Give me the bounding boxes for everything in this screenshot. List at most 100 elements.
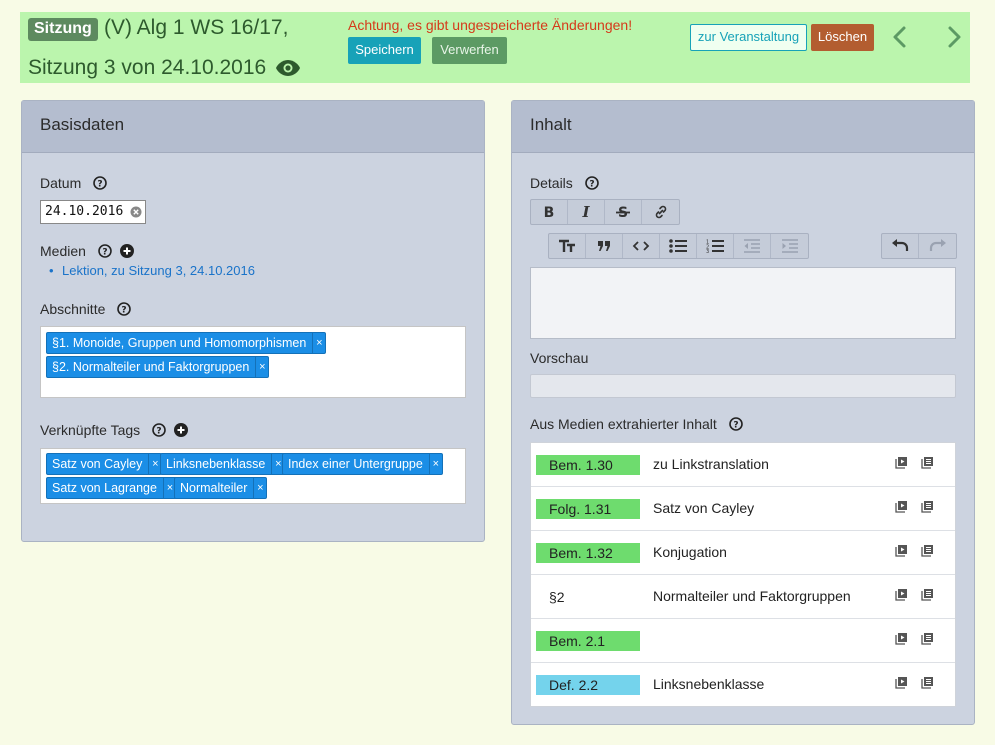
delete-button[interactable]: Löschen (811, 24, 874, 51)
play-media-icon[interactable] (895, 588, 908, 606)
redo-icon[interactable] (919, 234, 956, 258)
date-input[interactable]: 24.10.2016 (40, 200, 146, 224)
top-header: Sitzung (V) Alg 1 WS 16/17, Sitzung 3 vo… (20, 12, 970, 83)
item-title: Konjugation (653, 544, 727, 560)
sections-select[interactable]: §1. Monoide, Gruppen und Homomorphismen … (40, 326, 466, 398)
media-link-text: Lektion, zu Sitzung 3, 24.10.2016 (62, 263, 255, 278)
date-label-text: Datum (40, 175, 82, 191)
page-title-line2-text: Sitzung 3 von 24.10.2016 (28, 56, 267, 79)
tag-chip-label: Satz von Lagrange (52, 481, 157, 495)
document-icon[interactable] (921, 544, 934, 562)
svg-text:?: ? (156, 427, 161, 437)
details-editor[interactable] (530, 267, 956, 339)
remove-tag-button[interactable]: × (253, 478, 266, 498)
document-icon[interactable] (921, 456, 934, 474)
code-icon[interactable] (623, 234, 660, 258)
remove-section-button[interactable]: × (312, 333, 325, 353)
item-title: Normalteiler und Faktorgruppen (653, 588, 851, 604)
extracted-content-list: Bem. 1.30 zu Linkstranslation Folg. 1.31… (530, 442, 956, 707)
clear-date-icon[interactable] (130, 206, 142, 222)
numbered-list-icon[interactable]: 123 (697, 234, 734, 258)
help-icon[interactable]: ? (98, 244, 112, 261)
help-icon[interactable]: ? (584, 176, 599, 193)
list-item: Bem. 2.1 (531, 619, 955, 663)
tags-select[interactable]: Satz von Cayley × Linksnebenklasse × Ind… (40, 448, 466, 504)
item-title: Linksnebenklasse (653, 676, 765, 692)
preview-area (530, 374, 956, 398)
list-item: Bem. 1.32 Konjugation (531, 531, 955, 575)
bold-icon[interactable]: B (531, 200, 568, 224)
remove-section-button[interactable]: × (255, 357, 268, 377)
item-badge: Folg. 1.31 (536, 499, 640, 519)
add-tag-icon[interactable] (173, 423, 188, 440)
document-icon[interactable] (921, 500, 934, 518)
discard-button[interactable]: Verwerfen (432, 37, 507, 64)
item-badge: Def. 2.2 (536, 675, 640, 695)
play-media-icon[interactable] (895, 500, 908, 518)
list-item: Def. 2.2 Linksnebenklasse (531, 663, 955, 707)
tag-chip: Normalteiler × (174, 477, 268, 499)
undo-icon[interactable] (882, 234, 919, 258)
add-media-icon[interactable] (119, 244, 134, 261)
bullet-list-icon[interactable] (660, 234, 697, 258)
section-tag-label: §2. Normalteiler und Faktorgruppen (52, 360, 250, 374)
item-badge: Bem. 2.1 (536, 631, 640, 651)
basis-card-title: Basisdaten (22, 101, 484, 153)
format-toolbar: B I S (530, 199, 680, 225)
play-media-icon[interactable] (895, 544, 908, 562)
help-icon[interactable]: ? (117, 302, 132, 319)
indent-icon[interactable] (771, 234, 808, 258)
page-title-line2: Sitzung 3 von 24.10.2016 (28, 56, 301, 82)
link-icon[interactable] (642, 200, 679, 224)
to-event-button[interactable]: zur Veranstaltung (690, 24, 807, 51)
extracted-label-text: Aus Medien extrahierter Inhalt (530, 416, 717, 432)
strikethrough-icon[interactable]: S (605, 200, 642, 224)
unsaved-warning: Achtung, es gibt ungespeicherte Änderung… (348, 17, 633, 33)
play-media-icon[interactable] (895, 632, 908, 650)
tag-chip-label: Linksnebenklasse (166, 457, 266, 471)
tag-chip: Satz von Cayley × (46, 453, 163, 475)
help-icon[interactable]: ? (152, 423, 166, 440)
list-item: Bem. 1.30 zu Linkstranslation (531, 443, 955, 487)
document-icon[interactable] (921, 676, 934, 694)
item-badge: Bem. 1.32 (536, 543, 640, 563)
quote-icon[interactable] (586, 234, 623, 258)
remove-tag-button[interactable]: × (428, 454, 442, 474)
item-badge: Bem. 1.30 (536, 455, 640, 475)
document-icon[interactable] (921, 588, 934, 606)
help-icon[interactable]: ? (93, 176, 107, 193)
section-tag-label: §1. Monoide, Gruppen und Homomorphismen (52, 336, 307, 350)
preview-label: Vorschau (530, 350, 589, 366)
date-label: Datum ? (40, 175, 107, 193)
page-title-line1: (V) Alg 1 WS 16/17, (104, 16, 289, 39)
eye-icon[interactable] (276, 58, 301, 82)
heading-icon[interactable] (549, 234, 586, 258)
list-item: Folg. 1.31 Satz von Cayley (531, 487, 955, 531)
media-link[interactable]: • Lektion, zu Sitzung 3, 24.10.2016 (49, 263, 255, 278)
chevron-right-icon[interactable] (944, 24, 964, 50)
tag-chip-label: Satz von Cayley (52, 457, 143, 471)
content-card-title: Inhalt (512, 101, 974, 153)
tag-chip: Linksnebenklasse × (160, 453, 286, 475)
tag-chip-label: Index einer Untergruppe (288, 457, 423, 471)
svg-text:I: I (581, 205, 590, 219)
history-toolbar (881, 233, 957, 259)
basis-card: Basisdaten Datum ? 24.10.2016 Medien ? •… (21, 100, 485, 542)
date-input-value: 24.10.2016 (45, 204, 124, 219)
italic-icon[interactable]: I (568, 200, 605, 224)
svg-text:B: B (544, 205, 555, 219)
document-icon[interactable] (921, 632, 934, 650)
section-tag: §2. Normalteiler und Faktorgruppen × (46, 356, 270, 378)
item-title: zu Linkstranslation (653, 456, 769, 472)
help-icon[interactable]: ? (728, 417, 743, 434)
media-label-text: Medien (40, 243, 86, 259)
sections-label-text: Abschnitte (40, 301, 106, 317)
svg-text:?: ? (98, 180, 103, 190)
outdent-icon[interactable] (734, 234, 771, 258)
bullet-icon: • (49, 263, 54, 278)
sections-label: Abschnitte ? (40, 301, 132, 319)
play-media-icon[interactable] (895, 676, 908, 694)
chevron-left-icon[interactable] (890, 24, 910, 50)
save-button[interactable]: Speichern (348, 37, 421, 64)
play-media-icon[interactable] (895, 456, 908, 474)
